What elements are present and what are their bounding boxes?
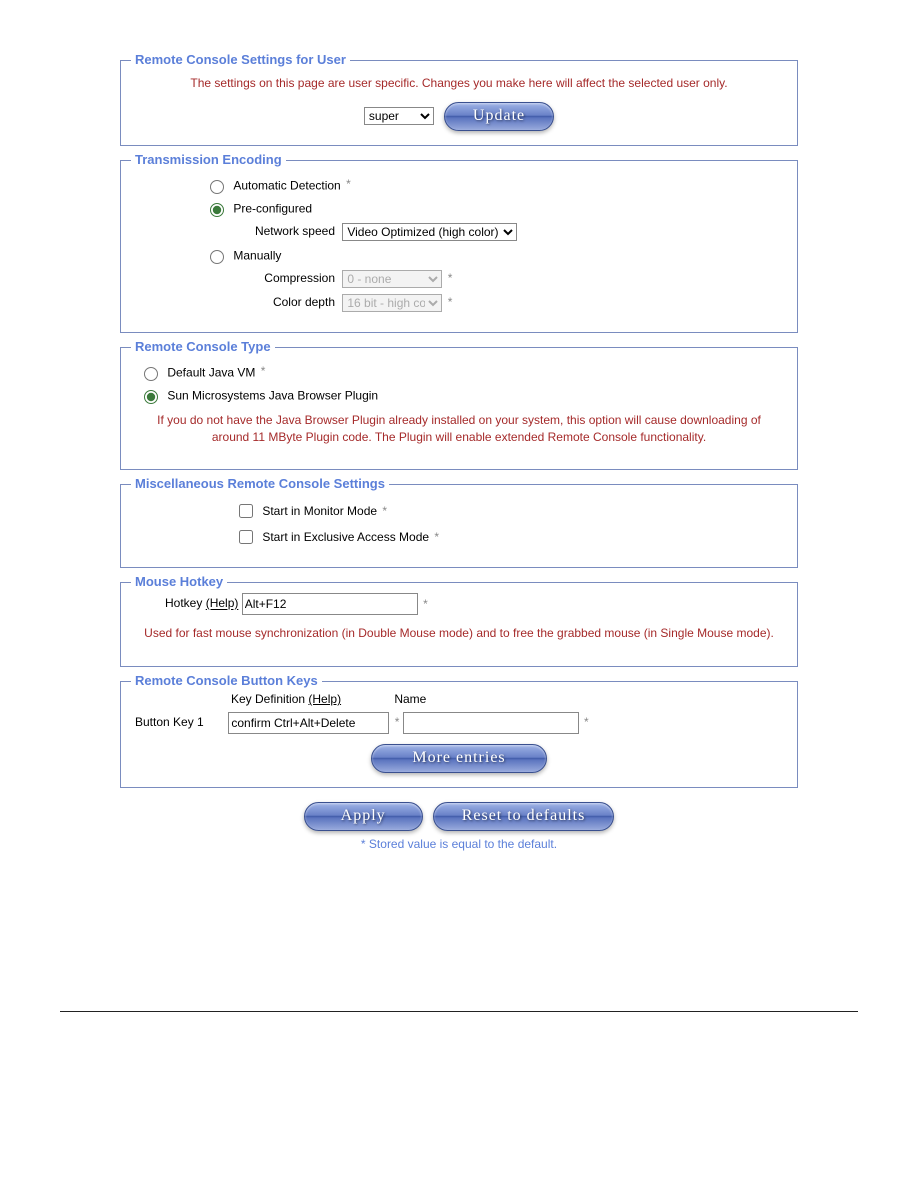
default-java-label: Default Java VM [167,365,255,379]
manually-radio[interactable] [210,250,224,264]
update-button[interactable]: Update [444,102,554,131]
misc-fieldset: Miscellaneous Remote Console Settings St… [120,484,798,568]
monitor-mode-checkbox[interactable] [239,504,253,518]
button-keys-fieldset: Remote Console Button Keys Key Definitio… [120,681,798,788]
console-type-note: If you do not have the Java Browser Plug… [135,412,783,446]
key-definition-help-link[interactable]: (Help) [308,692,341,706]
button-key-label: Button Key 1 [135,715,225,729]
more-entries-button[interactable]: More entries [371,744,546,773]
color-depth-select: 16 bit - high col [342,294,442,312]
asterisk: * [434,530,439,544]
compression-label: Compression [225,271,335,285]
asterisk: * [382,504,387,518]
sun-java-label: Sun Microsystems Java Browser Plugin [167,388,378,402]
misc-legend: Miscellaneous Remote Console Settings [131,476,389,491]
transmission-legend: Transmission Encoding [131,152,286,167]
compression-select: 0 - none [342,270,442,288]
asterisk: * [395,715,400,729]
preconfigured-radio[interactable] [210,203,224,217]
reset-defaults-button[interactable]: Reset to defaults [433,802,615,831]
sun-java-radio[interactable] [144,390,158,404]
hotkey-input[interactable] [242,593,418,615]
button-key-name-input[interactable] [403,712,579,734]
auto-detection-radio[interactable] [210,180,224,194]
auto-detection-label: Automatic Detection [233,178,340,192]
button-key-row: Button Key 1 * * [135,712,783,734]
page-rule [60,1011,858,1012]
hotkey-help-link[interactable]: (Help) [206,597,239,611]
manually-label: Manually [233,248,281,262]
transmission-fieldset: Transmission Encoding Automatic Detectio… [120,160,798,333]
asterisk: * [346,177,351,191]
key-definition-header: Key Definition [231,692,305,706]
network-speed-label: Network speed [225,224,335,238]
hotkey-note: Used for fast mouse synchronization (in … [135,625,783,642]
network-speed-select[interactable]: Video Optimized (high color) [342,223,517,241]
exclusive-mode-checkbox[interactable] [239,530,253,544]
settings-legend: Remote Console Settings for User [131,52,350,67]
button-keys-legend: Remote Console Button Keys [131,673,322,688]
asterisk: * [584,715,589,729]
default-java-radio[interactable] [144,367,158,381]
asterisk: * [448,271,453,285]
color-depth-label: Color depth [225,295,335,309]
name-header: Name [394,692,426,706]
hotkey-legend: Mouse Hotkey [131,574,227,589]
settings-fieldset: Remote Console Settings for User The set… [120,60,798,146]
console-type-fieldset: Remote Console Type Default Java VM * Su… [120,347,798,471]
user-select[interactable]: super [364,107,434,125]
hotkey-fieldset: Mouse Hotkey Hotkey (Help) * Used for fa… [120,582,798,667]
exclusive-mode-label: Start in Exclusive Access Mode [262,530,429,544]
footer-note: * Stored value is equal to the default. [120,837,798,851]
apply-button[interactable]: Apply [304,802,423,831]
hotkey-label: Hotkey [165,597,202,611]
settings-note: The settings on this page are user speci… [135,75,783,92]
console-type-legend: Remote Console Type [131,339,275,354]
monitor-mode-label: Start in Monitor Mode [262,504,377,518]
button-key-definition-input[interactable] [228,712,389,734]
asterisk: * [261,364,266,378]
preconfigured-label: Pre-configured [233,201,312,215]
asterisk: * [448,295,453,309]
asterisk: * [423,597,428,611]
